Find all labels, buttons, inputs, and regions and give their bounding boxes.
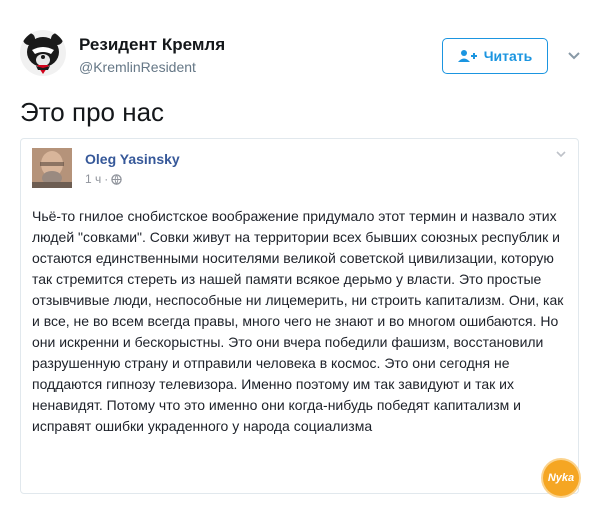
author-name[interactable]: Резидент Кремля [79, 35, 225, 55]
add-user-icon [457, 50, 477, 62]
quoted-post-text: Чьё-то гнилое снобистское воображение пр… [32, 208, 564, 434]
follow-button-label: Читать [483, 48, 533, 64]
author-avatar[interactable] [20, 30, 66, 76]
quoted-post-time[interactable]: 1 ч [85, 172, 101, 186]
chevron-down-icon[interactable] [566, 48, 582, 64]
bear-mask-icon [23, 33, 63, 74]
quoted-author-name[interactable]: Oleg Yasinsky [85, 151, 180, 167]
quoted-post[interactable]: Oleg Yasinsky 1 ч · Чьё-то гнилое снобис… [20, 138, 579, 494]
meta-separator: · [104, 172, 109, 186]
quoted-post-body: Чьё-то гнилое снобистское воображение пр… [32, 206, 564, 437]
globe-icon [111, 173, 122, 185]
quoted-post-meta: 1 ч · [85, 172, 122, 186]
tweet-card: Резидент Кремля @KremlinResident Читать … [0, 0, 601, 524]
watermark-text: Nyka [547, 472, 575, 484]
quoted-chevron-down-icon[interactable] [554, 147, 568, 161]
tweet-text: Это про нас [20, 97, 165, 127]
watermark-logo: Nyka [543, 460, 579, 496]
author-handle[interactable]: @KremlinResident [79, 59, 196, 75]
follow-button[interactable]: Читать [442, 38, 548, 74]
quoted-author-avatar[interactable] [32, 148, 72, 188]
person-photo-icon [32, 148, 72, 188]
